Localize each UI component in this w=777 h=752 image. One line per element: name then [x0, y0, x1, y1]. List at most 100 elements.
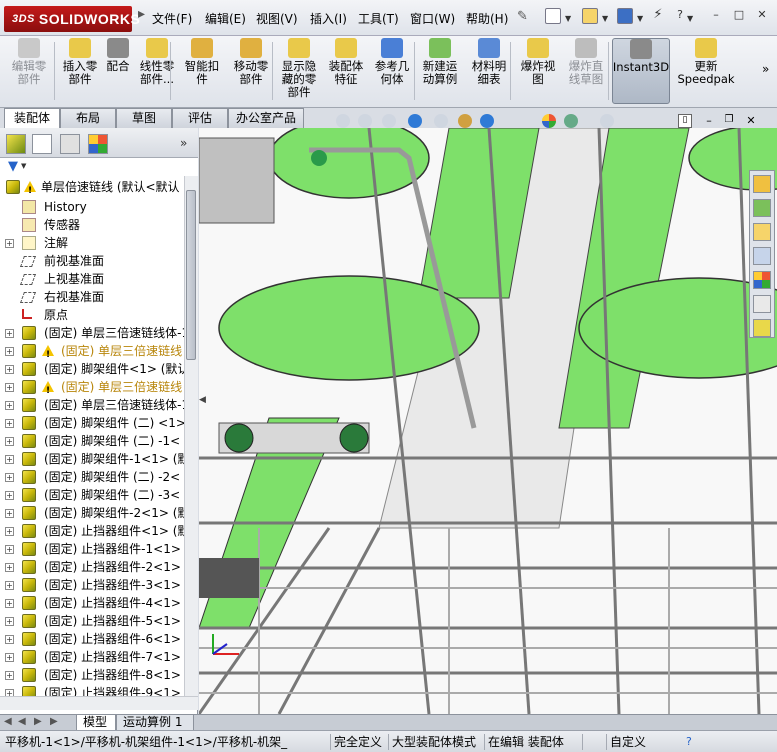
edit-appearance-icon[interactable]	[542, 114, 556, 128]
expand-plus-icon[interactable]: +	[5, 383, 14, 392]
new-motion-study-button[interactable]: 新建运 动算例	[418, 38, 462, 104]
tree-item[interactable]: 上视基准面	[0, 270, 184, 288]
tree-item[interactable]: + (固定) 脚架组件 (二) <1>	[0, 414, 184, 432]
tree-item[interactable]: + 注解	[0, 234, 184, 252]
tree-item[interactable]: + (固定) 止挡器组件-4<1> (默	[0, 594, 184, 612]
tab-evaluate[interactable]: 评估	[172, 108, 228, 128]
display-style-icon[interactable]	[458, 114, 472, 128]
expand-plus-icon[interactable]: +	[5, 635, 14, 644]
tree-item[interactable]: 右视基准面	[0, 288, 184, 306]
expand-plus-icon[interactable]: +	[5, 329, 14, 338]
expand-plus-icon[interactable]: +	[5, 437, 14, 446]
new-document-icon[interactable]	[545, 8, 561, 24]
viewport-close-icon[interactable]: ✕	[744, 114, 758, 128]
expand-plus-icon[interactable]: +	[5, 527, 14, 536]
expand-plus-icon[interactable]: +	[5, 653, 14, 662]
help-button[interactable]: ?	[672, 8, 688, 22]
tree-item[interactable]: 前视基准面	[0, 252, 184, 270]
solidworks-resources-icon[interactable]	[753, 175, 771, 193]
exploded-view-button[interactable]: 爆炸视 图	[516, 38, 560, 104]
status-custom-units[interactable]: 自定义	[606, 734, 682, 750]
view-palette-icon[interactable]	[753, 247, 771, 265]
viewport-split-icon[interactable]: ▯	[678, 114, 692, 128]
section-view-icon[interactable]	[408, 114, 422, 128]
tree-item[interactable]: + (固定) 单层三倍速链线	[0, 378, 184, 396]
menu-edit[interactable]: 编辑(E)	[205, 10, 246, 27]
expand-plus-icon[interactable]: +	[5, 563, 14, 572]
tree-scroll-thumb[interactable]	[186, 190, 196, 360]
expand-plus-icon[interactable]: +	[5, 455, 14, 464]
tree-item[interactable]: + (固定) 止挡器组件-7<1> (默	[0, 648, 184, 666]
tree-item[interactable]: + (固定) 脚架组件 (二) -2<	[0, 468, 184, 486]
tree-item[interactable]: 传感器	[0, 216, 184, 234]
expand-plus-icon[interactable]: +	[5, 545, 14, 554]
zoom-area-icon[interactable]	[358, 114, 372, 128]
help-dropdown-icon[interactable]: ▼	[687, 14, 693, 23]
view-orientation-icon[interactable]	[434, 114, 448, 128]
tree-item[interactable]: + (固定) 止挡器组件-5<1> (默	[0, 612, 184, 630]
filter-icon[interactable]: ▼	[8, 159, 18, 174]
expand-plus-icon[interactable]: +	[5, 689, 14, 696]
pin-icon[interactable]: ✎	[517, 9, 533, 25]
tree-item[interactable]: + (固定) 止挡器组件-2<1> (默	[0, 558, 184, 576]
expand-plus-icon[interactable]: +	[5, 239, 14, 248]
tree-item[interactable]: 原点	[0, 306, 184, 324]
tree-item[interactable]: + (固定) 单层三倍速链线体-1	[0, 396, 184, 414]
assembly-features-button[interactable]: 装配体 特征	[324, 38, 368, 104]
tab-scroll-next-icon[interactable]: ▶	[34, 716, 42, 727]
expand-plus-icon[interactable]: +	[5, 581, 14, 590]
save-dropdown-icon[interactable]: ▼	[637, 14, 643, 23]
menu-help[interactable]: 帮助(H)	[466, 10, 508, 27]
show-hidden-components-button[interactable]: 显示隐 藏的零 部件	[276, 38, 322, 104]
tree-item[interactable]: + (固定) 单层三倍速链线体-1	[0, 324, 184, 342]
expand-plus-icon[interactable]: +	[5, 617, 14, 626]
rebuild-icon[interactable]: ⚡	[650, 8, 666, 22]
expand-plus-icon[interactable]: +	[5, 491, 14, 500]
instant3d-button[interactable]: Instant3D	[612, 38, 670, 104]
tab-scroll-first-icon[interactable]: ◀	[4, 716, 12, 727]
pane-collapse-arrow-icon[interactable]: ◀	[199, 395, 206, 415]
open-dropdown-icon[interactable]: ▼	[602, 14, 608, 23]
configuration-manager-tab-icon[interactable]	[60, 134, 80, 154]
minimize-button[interactable]: –	[708, 8, 724, 22]
tab-motion-study[interactable]: 运动算例 1	[116, 715, 194, 731]
insert-components-button[interactable]: 插入零 部件	[58, 38, 102, 104]
tree-item[interactable]: + (固定) 脚架组件-1<1> (默认	[0, 450, 184, 468]
expand-plus-icon[interactable]: +	[5, 401, 14, 410]
tree-horizontal-scrollbar[interactable]	[0, 696, 198, 710]
edit-component-button[interactable]: 编辑零 部件	[4, 38, 54, 104]
menu-file[interactable]: 文件(F)	[152, 10, 192, 27]
tab-assembly[interactable]: 装配体	[4, 108, 60, 129]
previous-view-icon[interactable]	[382, 114, 396, 128]
solidworks-forum-icon[interactable]	[753, 319, 771, 337]
zoom-to-fit-icon[interactable]	[336, 114, 350, 128]
explode-line-sketch-button[interactable]: 爆炸直 线草图	[564, 38, 608, 104]
tree-item[interactable]: + (固定) 脚架组件<1> (默认	[0, 360, 184, 378]
expand-chevron-icon[interactable]: »	[180, 136, 187, 150]
move-component-button[interactable]: 移动零 部件	[228, 38, 274, 104]
expand-plus-icon[interactable]: +	[5, 365, 14, 374]
display-manager-tab-icon[interactable]	[88, 134, 108, 154]
tree-root-assembly[interactable]: 单层倍速链线 (默认<默认	[0, 178, 184, 196]
appearances-icon[interactable]	[753, 271, 771, 289]
tab-layout[interactable]: 布局	[60, 108, 116, 128]
tree-item[interactable]: + (固定) 止挡器组件-3<1> (默	[0, 576, 184, 594]
view-settings-icon[interactable]	[600, 114, 614, 128]
tree-item[interactable]: + (固定) 脚架组件 (二) -3<	[0, 486, 184, 504]
menu-tools[interactable]: 工具(T)	[358, 10, 399, 27]
viewport-restore-icon[interactable]: ❐	[722, 114, 736, 128]
viewport-minimize-icon[interactable]: –	[702, 114, 716, 128]
filter-dropdown-icon[interactable]: ▼	[21, 162, 26, 170]
restore-button[interactable]: □	[731, 8, 747, 22]
ribbon-more-icon[interactable]: »	[762, 62, 769, 76]
tree-item[interactable]: + (固定) 脚架组件-2<1> (默认	[0, 504, 184, 522]
tree-item[interactable]: + (固定) 单层三倍速链线	[0, 342, 184, 360]
solidworks-logo[interactable]: 3DS SOLIDWORKS	[4, 6, 140, 32]
tab-scroll-last-icon[interactable]: ▶	[50, 716, 58, 727]
file-explorer-icon[interactable]	[753, 223, 771, 241]
mate-button[interactable]: 配合	[104, 38, 132, 104]
tree-item[interactable]: + (固定) 止挡器组件-9<1> (默	[0, 684, 184, 696]
tree-item[interactable]: History	[0, 198, 184, 216]
scene-icon[interactable]	[564, 114, 578, 128]
save-icon[interactable]	[617, 8, 633, 24]
